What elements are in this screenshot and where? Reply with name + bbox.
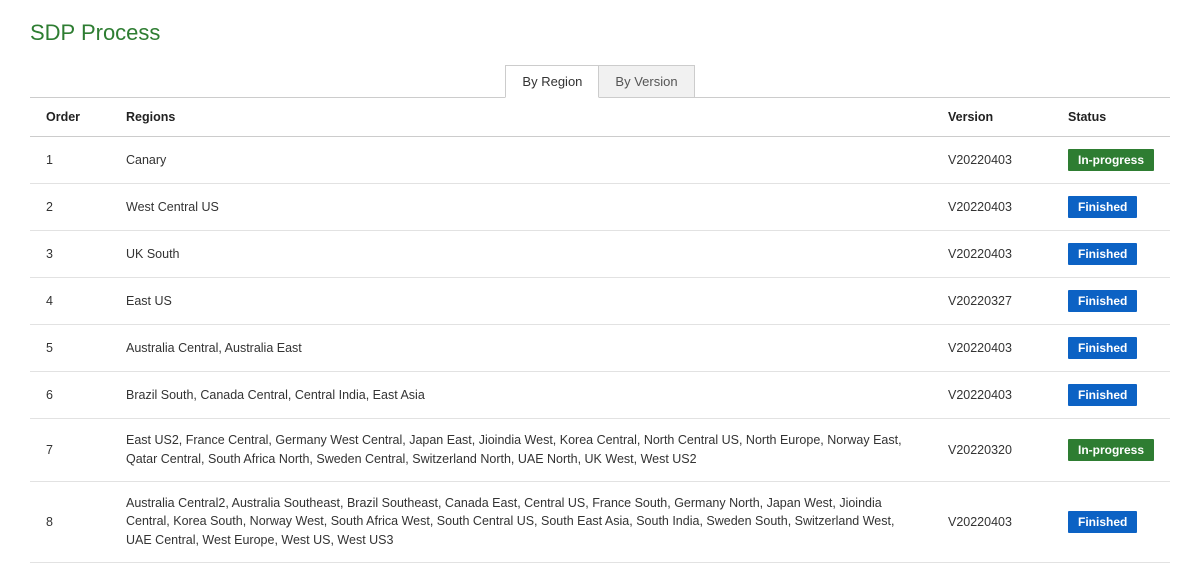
cell-order: 4 (30, 278, 110, 325)
cell-order: 7 (30, 419, 110, 482)
table-row: 7East US2, France Central, Germany West … (30, 419, 1170, 482)
status-badge: Finished (1068, 243, 1137, 265)
cell-order: 5 (30, 325, 110, 372)
cell-status: Finished (1052, 325, 1170, 372)
cell-order: 1 (30, 137, 110, 184)
tab-by-version[interactable]: By Version (599, 65, 694, 98)
cell-version: V20220403 (932, 184, 1052, 231)
col-header-regions: Regions (110, 98, 932, 137)
table-row: 1CanaryV20220403 In-progress (30, 137, 1170, 184)
cell-status: Finished (1052, 481, 1170, 562)
status-badge: Finished (1068, 196, 1137, 218)
status-badge: In-progress (1068, 149, 1154, 171)
cell-version: V20220403 (932, 372, 1052, 419)
col-header-version: Version (932, 98, 1052, 137)
table-row: 6Brazil South, Canada Central, Central I… (30, 372, 1170, 419)
status-badge: Finished (1068, 511, 1137, 533)
status-badge: Finished (1068, 384, 1137, 406)
status-badge: In-progress (1068, 439, 1154, 461)
cell-order: 6 (30, 372, 110, 419)
cell-status: Finished (1052, 231, 1170, 278)
table-row: 2West Central USV20220403 Finished (30, 184, 1170, 231)
col-header-order: Order (30, 98, 110, 137)
cell-order: 3 (30, 231, 110, 278)
cell-order: 2 (30, 184, 110, 231)
cell-version: V20220403 (932, 325, 1052, 372)
cell-status: Finished (1052, 372, 1170, 419)
cell-regions: West Central US (110, 184, 932, 231)
col-header-status: Status (1052, 98, 1170, 137)
cell-regions: UK South (110, 231, 932, 278)
cell-version: V20220403 (932, 231, 1052, 278)
tab-by-region[interactable]: By Region (505, 65, 599, 98)
cell-regions: East US2, France Central, Germany West C… (110, 419, 932, 482)
cell-regions: Australia Central, Australia East (110, 325, 932, 372)
cell-regions: East US (110, 278, 932, 325)
cell-version: V20220327 (932, 278, 1052, 325)
tabs-bar: By Region By Version (30, 64, 1170, 98)
table-row: 8Australia Central2, Australia Southeast… (30, 481, 1170, 562)
process-table: Order Regions Version Status 1CanaryV202… (30, 98, 1170, 563)
table-row: 3UK SouthV20220403 Finished (30, 231, 1170, 278)
status-badge: Finished (1068, 290, 1137, 312)
table-header-row: Order Regions Version Status (30, 98, 1170, 137)
cell-status: In-progress (1052, 137, 1170, 184)
cell-version: V20220403 (932, 481, 1052, 562)
cell-version: V20220403 (932, 137, 1052, 184)
cell-version: V20220320 (932, 419, 1052, 482)
cell-status: Finished (1052, 184, 1170, 231)
cell-regions: Australia Central2, Australia Southeast,… (110, 481, 932, 562)
page-title: SDP Process (30, 20, 1170, 46)
cell-order: 8 (30, 481, 110, 562)
cell-regions: Canary (110, 137, 932, 184)
cell-status: In-progress (1052, 419, 1170, 482)
cell-regions: Brazil South, Canada Central, Central In… (110, 372, 932, 419)
table-row: 4East USV20220327 Finished (30, 278, 1170, 325)
status-badge: Finished (1068, 337, 1137, 359)
table-row: 5Australia Central, Australia EastV20220… (30, 325, 1170, 372)
cell-status: Finished (1052, 278, 1170, 325)
